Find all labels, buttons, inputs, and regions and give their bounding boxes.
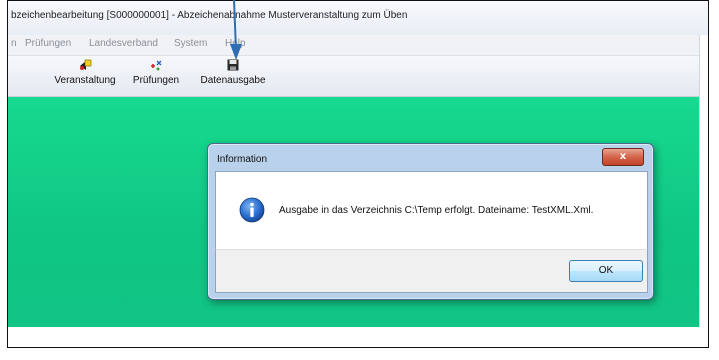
event-icon	[80, 59, 92, 70]
menu-item-pruefungen[interactable]: Prüfungen	[25, 38, 71, 49]
window-right-edge	[699, 35, 708, 327]
dialog-body: Ausgabe in das Verzeichnis C:\Temp erfol…	[215, 171, 648, 250]
info-icon	[239, 197, 265, 223]
pruefungen-button[interactable]: Prüfungen	[127, 58, 185, 92]
datenausgabe-button[interactable]: Datenausgabe	[196, 58, 270, 92]
datenausgabe-label: Datenausgabe	[200, 75, 266, 86]
ok-button[interactable]: OK	[569, 260, 643, 282]
pruefungen-label: Prüfungen	[132, 75, 180, 86]
app-window: bzeichenbearbeitung [S000000001] - Abzei…	[7, 0, 709, 348]
menu-bar: n Prüfungen Landesverband System Help	[8, 35, 708, 56]
exams-icon	[151, 60, 162, 71]
menu-item-system[interactable]: System	[174, 38, 207, 49]
dialog-title: Information	[217, 154, 268, 165]
veranstaltung-label: Veranstaltung	[54, 75, 116, 86]
window-title: bzeichenbearbeitung [S000000001] - Abzei…	[11, 10, 408, 21]
menu-item-landesverband[interactable]: Landesverband	[89, 38, 158, 49]
dialog-message: Ausgabe in das Verzeichnis C:\Temp erfol…	[279, 205, 594, 216]
dialog-close-button[interactable]: x	[602, 148, 644, 166]
information-dialog: Information x Ausgabe in das Verzeichnis…	[207, 143, 654, 300]
dialog-footer: OK	[215, 249, 648, 293]
annotation-arrow-icon	[230, 0, 242, 60]
veranstaltung-button[interactable]: Veranstaltung	[45, 58, 125, 92]
title-bar: bzeichenbearbeitung [S000000001] - Abzei…	[8, 1, 708, 35]
status-bar	[8, 327, 708, 347]
toolbar: Veranstaltung Prüfungen Datenausgabe	[8, 56, 708, 97]
menu-item-partial[interactable]: n	[11, 38, 17, 49]
